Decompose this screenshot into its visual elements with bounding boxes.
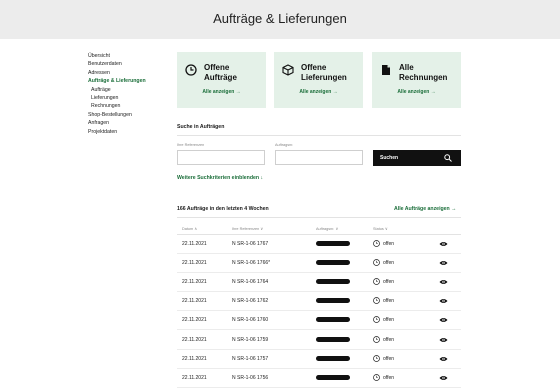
clock-icon: [373, 259, 380, 266]
order-status: offen: [383, 241, 395, 247]
order-status: offen: [383, 336, 395, 343]
redacted-order-number: [316, 374, 350, 380]
order-date: 22.11.2021: [182, 336, 207, 343]
table-row[interactable]: 22.11.2021 N SR-1-06 1766* offen: [177, 254, 461, 274]
eye-icon[interactable]: [439, 241, 448, 247]
sidebar-item[interactable]: Rechnungen: [88, 102, 172, 110]
clock-icon: [373, 373, 380, 381]
table-row[interactable]: 22.11.2021 N SR-1-06 1760 offen: [177, 311, 461, 331]
search-button[interactable]: Suchen: [373, 150, 461, 166]
search-button-label: Suchen: [380, 155, 399, 161]
order-reference: N SR-1-06 1760: [232, 317, 269, 324]
table-row[interactable]: 22.11.2021 N SR-1-06 1759 offen: [177, 331, 461, 350]
order-reference: N SR-1-06 1767: [232, 241, 269, 247]
order-date: 22.11.2021: [182, 298, 207, 305]
card-title: Offene Aufträge: [204, 63, 237, 82]
sidebar-item[interactable]: Projektdaten: [88, 128, 172, 136]
clock-icon: [373, 240, 380, 247]
order-date: 22.11.2021: [182, 279, 207, 286]
order-status: offen: [383, 355, 395, 362]
order-reference: N SR-1-06 1766*: [232, 260, 271, 267]
order-date: 22.11.2021: [182, 355, 207, 362]
order-status: offen: [383, 279, 395, 286]
order-number-input[interactable]: [275, 150, 363, 165]
sidebar-item[interactable]: Aufträge: [88, 86, 172, 94]
redacted-order-number: [316, 260, 350, 266]
table-row[interactable]: 22.11.2021 N SR-1-06 1756 offen: [177, 369, 461, 388]
col-header-reference[interactable]: Ihre Referenzen ∨: [232, 226, 263, 231]
order-status: offen: [383, 260, 395, 267]
orders-count: 166 Aufträge in den letzten 4 Wochen: [177, 206, 269, 212]
page-title: Aufträge & Lieferungen: [213, 11, 347, 26]
card-title: Offene Lieferungen: [301, 63, 347, 82]
card-open-deliveries[interactable]: Offene Lieferungen Alle anzeigen →: [274, 52, 363, 108]
col-header-status[interactable]: Status ∨: [373, 226, 388, 231]
order-status: offen: [383, 298, 395, 305]
redacted-order-number: [316, 241, 350, 246]
divider: [177, 135, 461, 136]
clock-icon: [373, 316, 380, 324]
col-header-order-number[interactable]: Auftragsnr. ∨: [316, 226, 338, 231]
card-title: Alle Rechnungen: [399, 63, 448, 82]
order-status: offen: [383, 374, 395, 381]
document-icon: [382, 65, 390, 75]
sidebar-item[interactable]: Lieferungen: [88, 94, 172, 102]
divider: [177, 217, 461, 218]
eye-icon[interactable]: [439, 260, 448, 266]
eye-icon[interactable]: [439, 279, 448, 285]
clock-icon: [185, 64, 197, 76]
show-all-invoices-link[interactable]: Alle anzeigen →: [372, 89, 461, 95]
order-date: 22.11.2021: [182, 260, 207, 267]
sidebar-item[interactable]: Übersicht: [88, 52, 172, 60]
table-row[interactable]: 22.11.2021 N SR-1-06 1767 offen: [177, 235, 461, 254]
show-all-open-orders-link[interactable]: Alle anzeigen →: [177, 89, 266, 95]
sidebar-item[interactable]: Aufträge & Lieferungen: [88, 77, 172, 85]
sidebar-item[interactable]: Benutzerdaten: [88, 60, 172, 68]
order-number-field-label: Auftragsnr.: [275, 143, 294, 147]
order-reference: N SR-1-06 1764: [232, 279, 269, 286]
redacted-order-number: [316, 355, 350, 361]
eye-icon[interactable]: [439, 375, 448, 381]
order-date: 22.11.2021: [182, 241, 207, 247]
card-all-invoices[interactable]: Alle Rechnungen Alle anzeigen →: [372, 52, 461, 108]
box-icon: [282, 64, 294, 76]
redacted-order-number: [316, 298, 350, 304]
table-row[interactable]: 22.11.2021 N SR-1-06 1762 offen: [177, 292, 461, 312]
page-header: Aufträge & Lieferungen: [0, 0, 560, 39]
reference-field-label: Ihre Referenzen: [177, 143, 205, 147]
eye-icon[interactable]: [439, 298, 448, 304]
clock-icon: [373, 278, 380, 286]
sidebar-item[interactable]: Adressen: [88, 69, 172, 77]
clock-icon: [373, 354, 380, 362]
eye-icon[interactable]: [439, 317, 448, 323]
reference-input[interactable]: [177, 150, 265, 165]
col-header-date[interactable]: Datum ∧: [182, 226, 197, 231]
order-date: 22.11.2021: [182, 317, 207, 324]
order-reference: N SR-1-06 1757: [232, 355, 269, 362]
more-criteria-link[interactable]: Weitere Suchkriterien einblenden ↓: [177, 175, 263, 181]
show-all-deliveries-link[interactable]: Alle anzeigen →: [274, 89, 363, 95]
sidebar-item[interactable]: Shop-Bestellungen: [88, 111, 172, 119]
clock-icon: [373, 297, 380, 305]
card-open-orders[interactable]: Offene Aufträge Alle anzeigen →: [177, 52, 266, 108]
sidebar-item[interactable]: Anfragen: [88, 119, 172, 127]
order-status: offen: [383, 317, 395, 324]
order-reference: N SR-1-06 1759: [232, 336, 269, 343]
table-row[interactable]: 22.11.2021 N SR-1-06 1764 offen: [177, 273, 461, 293]
redacted-order-number: [316, 336, 350, 342]
eye-icon[interactable]: [439, 356, 448, 362]
search-section-title: Suche in Aufträgen: [177, 124, 225, 130]
order-reference: N SR-1-06 1756: [232, 374, 269, 381]
redacted-order-number: [316, 317, 350, 323]
search-icon: [444, 154, 452, 162]
show-all-orders-link[interactable]: Alle Aufträge anzeigen →: [394, 206, 456, 212]
clock-icon: [373, 335, 380, 343]
redacted-order-number: [316, 279, 350, 285]
table-row[interactable]: 22.11.2021 N SR-1-06 1757 offen: [177, 350, 461, 369]
order-reference: N SR-1-06 1762: [232, 298, 269, 305]
order-date: 22.11.2021: [182, 374, 207, 381]
eye-icon[interactable]: [439, 337, 448, 343]
sidebar-nav: Übersicht Benutzerdaten Adressen Aufträge &…: [88, 52, 172, 136]
